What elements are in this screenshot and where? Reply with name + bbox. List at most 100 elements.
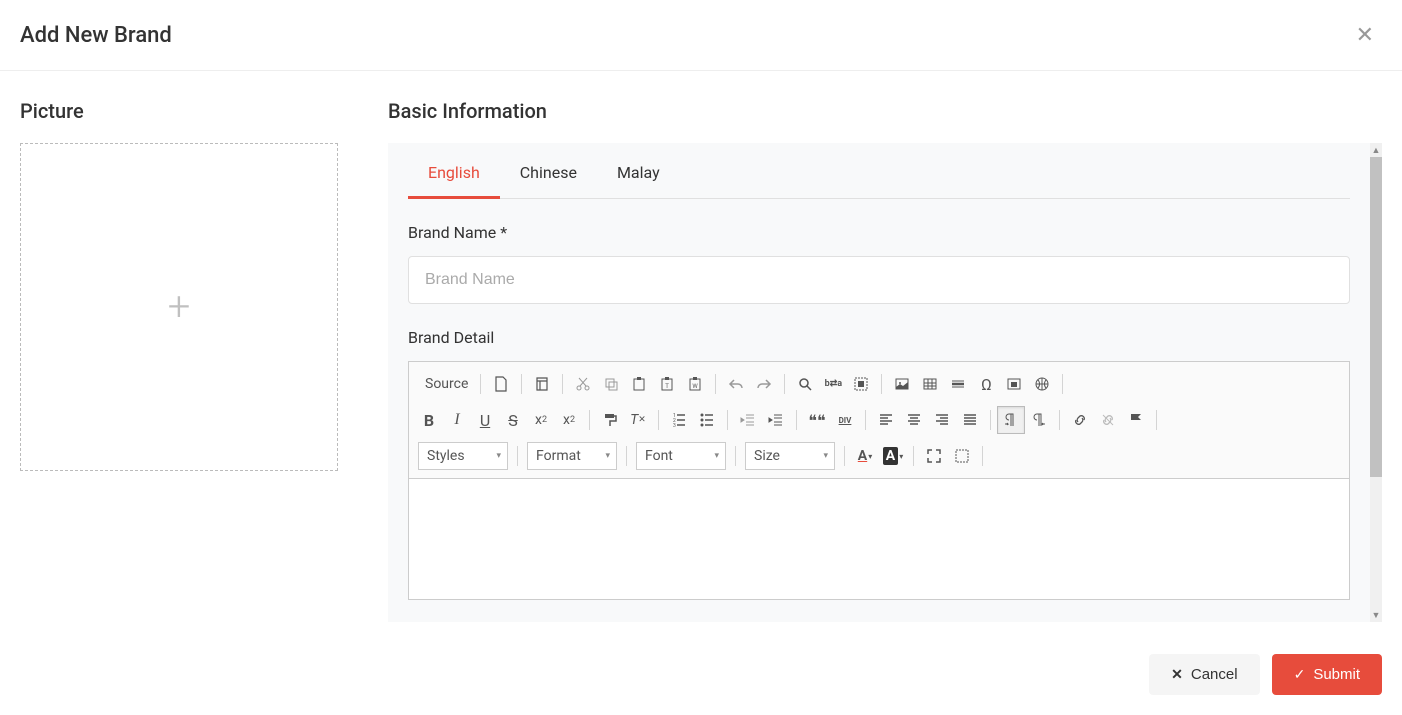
close-button[interactable]: ✕: [1348, 18, 1382, 52]
bullet-list-button[interactable]: [693, 406, 721, 434]
paste-word-icon: W: [687, 376, 703, 392]
source-button[interactable]: Source: [415, 376, 474, 392]
bg-color-button[interactable]: A▾: [879, 442, 907, 470]
ltr-button[interactable]: [997, 406, 1025, 434]
link-icon: [1072, 412, 1088, 428]
maximize-button[interactable]: [920, 442, 948, 470]
modal-title: Add New Brand: [20, 23, 172, 48]
undo-button[interactable]: [722, 370, 750, 398]
cancel-button[interactable]: ✕ Cancel: [1149, 654, 1259, 695]
align-center-button[interactable]: [900, 406, 928, 434]
outdent-button[interactable]: [734, 406, 762, 434]
styles-select[interactable]: Styles: [418, 442, 508, 470]
remove-format-button[interactable]: T✕: [624, 406, 652, 434]
align-right-icon: [934, 412, 950, 428]
table-button[interactable]: [916, 370, 944, 398]
ltr-icon: [1003, 412, 1019, 428]
image-icon: [894, 376, 910, 392]
editor-content-area[interactable]: [409, 479, 1349, 599]
replace-button[interactable]: b⇄a: [819, 370, 847, 398]
hr-button[interactable]: [944, 370, 972, 398]
link-button[interactable]: [1066, 406, 1094, 434]
redo-button[interactable]: [750, 370, 778, 398]
bullet-list-icon: [699, 412, 715, 428]
paste-text-button[interactable]: T: [653, 370, 681, 398]
basic-info-panel: English Chinese Malay Brand Name * Brand…: [388, 143, 1370, 622]
editor-toolbar: Source: [409, 362, 1349, 479]
select-all-button[interactable]: [847, 370, 875, 398]
italic-button[interactable]: I: [443, 406, 471, 434]
paste-icon: [631, 376, 647, 392]
new-page-button[interactable]: [487, 370, 515, 398]
brand-name-field-group: Brand Name *: [408, 223, 1350, 304]
picture-section: Picture +: [20, 99, 360, 622]
copy-icon: [603, 376, 619, 392]
div-button[interactable]: DIV: [831, 406, 859, 434]
submit-button[interactable]: ✓ Submit: [1272, 654, 1382, 695]
show-blocks-icon: [954, 448, 970, 464]
find-icon: [797, 376, 813, 392]
redo-icon: [756, 376, 772, 392]
image-button[interactable]: [888, 370, 916, 398]
align-center-icon: [906, 412, 922, 428]
select-all-icon: [853, 376, 869, 392]
picture-upload-dropzone[interactable]: +: [20, 143, 338, 471]
check-icon: ✓: [1294, 666, 1306, 683]
paste-button[interactable]: [625, 370, 653, 398]
svg-text:T: T: [666, 383, 670, 390]
align-justify-icon: [962, 412, 978, 428]
tab-english[interactable]: English: [408, 143, 500, 199]
tab-chinese[interactable]: Chinese: [500, 143, 597, 199]
scrollbar[interactable]: ▲ ▼: [1370, 143, 1382, 622]
modal-footer: ✕ Cancel ✓ Submit: [0, 634, 1402, 715]
align-left-icon: [878, 412, 894, 428]
size-select[interactable]: Size: [745, 442, 835, 470]
align-left-button[interactable]: [872, 406, 900, 434]
scroll-up-arrow[interactable]: ▲: [1370, 143, 1382, 157]
paste-word-button[interactable]: W: [681, 370, 709, 398]
numbered-list-button[interactable]: 123: [665, 406, 693, 434]
bold-button[interactable]: B: [415, 406, 443, 434]
close-icon: ✕: [1171, 666, 1183, 683]
basic-info-title: Basic Information: [388, 99, 1382, 123]
superscript-button[interactable]: x2: [555, 406, 583, 434]
anchor-button[interactable]: [1122, 406, 1150, 434]
indent-button[interactable]: [762, 406, 790, 434]
rich-text-editor: Source: [408, 361, 1350, 600]
templates-button[interactable]: [528, 370, 556, 398]
picture-section-title: Picture: [20, 99, 360, 123]
rtl-button[interactable]: [1025, 406, 1053, 434]
show-blocks-button[interactable]: [948, 442, 976, 470]
copy-button[interactable]: [597, 370, 625, 398]
copy-format-button[interactable]: [596, 406, 624, 434]
text-color-button[interactable]: A▾: [851, 442, 879, 470]
align-right-button[interactable]: [928, 406, 956, 434]
close-icon: ✕: [1356, 22, 1374, 47]
special-char-button[interactable]: Ω: [972, 370, 1000, 398]
subscript-button[interactable]: x2: [527, 406, 555, 434]
table-icon: [922, 376, 938, 392]
svg-text:W: W: [693, 383, 699, 390]
underline-button[interactable]: U: [471, 406, 499, 434]
brand-name-input[interactable]: [408, 256, 1350, 304]
cut-button[interactable]: [569, 370, 597, 398]
find-button[interactable]: [791, 370, 819, 398]
page-break-button[interactable]: [1028, 370, 1056, 398]
unlink-button[interactable]: [1094, 406, 1122, 434]
tab-malay[interactable]: Malay: [597, 143, 680, 199]
align-justify-button[interactable]: [956, 406, 984, 434]
language-tabs: English Chinese Malay: [408, 143, 1350, 199]
strike-button[interactable]: S: [499, 406, 527, 434]
plus-icon: +: [168, 287, 191, 327]
format-select[interactable]: Format: [527, 442, 617, 470]
add-brand-modal: Add New Brand ✕ Picture + Basic Informat…: [0, 0, 1402, 715]
cut-icon: [575, 376, 591, 392]
blockquote-button[interactable]: ❝❝: [803, 406, 831, 434]
maximize-icon: [926, 448, 942, 464]
font-select[interactable]: Font: [636, 442, 726, 470]
basic-info-section: Basic Information English Chinese Malay …: [388, 99, 1382, 622]
scroll-down-arrow[interactable]: ▼: [1370, 608, 1382, 622]
scroll-thumb[interactable]: [1370, 157, 1382, 477]
iframe-button[interactable]: [1000, 370, 1028, 398]
paint-roller-icon: [602, 412, 618, 428]
